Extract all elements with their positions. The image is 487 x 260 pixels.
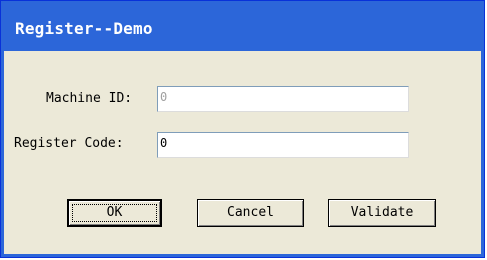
window-frame-bottom [1, 254, 484, 257]
focus-rectangle [72, 204, 157, 222]
validate-button[interactable]: Validate [328, 199, 436, 227]
title-bar[interactable]: Register--Demo [1, 1, 484, 51]
window-title: Register--Demo [15, 19, 153, 38]
cancel-button[interactable]: Cancel [197, 199, 304, 227]
validate-button-label: Validate [350, 205, 414, 220]
register-code-label: Register Code: [14, 136, 124, 151]
window-frame-left [1, 51, 4, 257]
machine-id-label: Machine ID: [46, 91, 133, 106]
machine-id-field[interactable]: 0 [157, 86, 409, 112]
register-dialog: Register--Demo Machine ID: 0 Register Co… [0, 0, 485, 258]
window-frame-right [481, 51, 484, 257]
ok-button[interactable]: OK [67, 199, 162, 227]
cancel-button-label: Cancel [227, 205, 274, 220]
register-code-field[interactable]: 0 [157, 132, 409, 158]
